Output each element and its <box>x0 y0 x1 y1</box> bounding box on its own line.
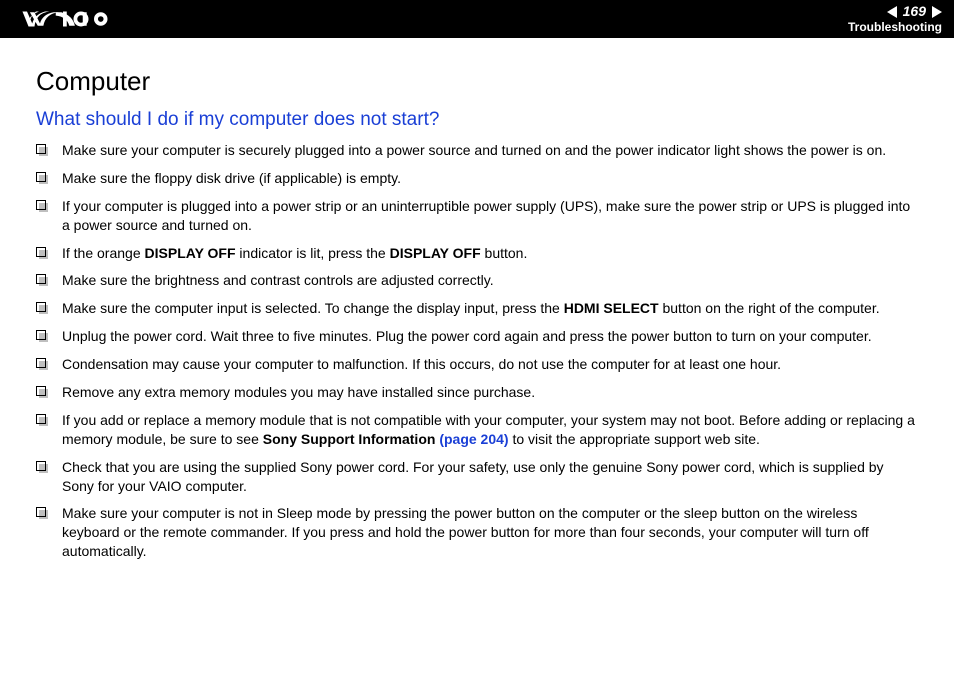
prev-page-arrow-icon[interactable] <box>887 6 897 18</box>
list-item: If your computer is plugged into a power… <box>36 197 918 235</box>
list-item: Make sure the brightness and contrast co… <box>36 271 918 290</box>
bullet-icon <box>36 330 46 340</box>
bullet-icon <box>36 200 46 210</box>
list-item-text: Make sure the computer input is selected… <box>62 299 918 318</box>
section-label: Troubleshooting <box>848 21 942 34</box>
list-item-text: Check that you are using the supplied So… <box>62 458 918 496</box>
list-item: Check that you are using the supplied So… <box>36 458 918 496</box>
page-link[interactable]: (page 204) <box>439 431 508 447</box>
vaio-logo: VAIO <box>20 10 150 28</box>
list-item-text: Make sure your computer is not in Sleep … <box>62 504 918 561</box>
list-item: If you add or replace a memory module th… <box>36 411 918 449</box>
list-item-text: Condensation may cause your computer to … <box>62 355 918 374</box>
list-item: Make sure the floppy disk drive (if appl… <box>36 169 918 188</box>
header-bar: VAIO 169 Troubleshooting <box>0 0 954 38</box>
next-page-arrow-icon[interactable] <box>932 6 942 18</box>
page-title: Computer <box>36 66 918 97</box>
list-item-text: Make sure your computer is securely plug… <box>62 141 918 160</box>
page-number: 169 <box>899 4 930 19</box>
bullet-icon <box>36 247 46 257</box>
bullet-icon <box>36 461 46 471</box>
list-item-text: Make sure the brightness and contrast co… <box>62 271 918 290</box>
list-item-text: If you add or replace a memory module th… <box>62 411 918 449</box>
bullet-icon <box>36 302 46 312</box>
bullet-icon <box>36 507 46 517</box>
bullet-list: Make sure your computer is securely plug… <box>36 141 918 561</box>
list-item-text: If the orange DISPLAY OFF indicator is l… <box>62 244 918 263</box>
bullet-icon <box>36 172 46 182</box>
header-right: 169 Troubleshooting <box>848 4 942 34</box>
list-item: Make sure the computer input is selected… <box>36 299 918 318</box>
list-item: Make sure your computer is securely plug… <box>36 141 918 160</box>
list-item: Unplug the power cord. Wait three to fiv… <box>36 327 918 346</box>
bullet-icon <box>36 386 46 396</box>
list-item: If the orange DISPLAY OFF indicator is l… <box>36 244 918 263</box>
list-item-text: Make sure the floppy disk drive (if appl… <box>62 169 918 188</box>
list-item: Make sure your computer is not in Sleep … <box>36 504 918 561</box>
page-nav: 169 <box>848 4 942 19</box>
list-item: Remove any extra memory modules you may … <box>36 383 918 402</box>
list-item-text: Remove any extra memory modules you may … <box>62 383 918 402</box>
bullet-icon <box>36 274 46 284</box>
list-item-text: If your computer is plugged into a power… <box>62 197 918 235</box>
bullet-icon <box>36 414 46 424</box>
bullet-icon <box>36 144 46 154</box>
list-item: Condensation may cause your computer to … <box>36 355 918 374</box>
page-content: Computer What should I do if my computer… <box>0 38 954 590</box>
page-subtitle: What should I do if my computer does not… <box>36 109 918 131</box>
list-item-text: Unplug the power cord. Wait three to fiv… <box>62 327 918 346</box>
bullet-icon <box>36 358 46 368</box>
